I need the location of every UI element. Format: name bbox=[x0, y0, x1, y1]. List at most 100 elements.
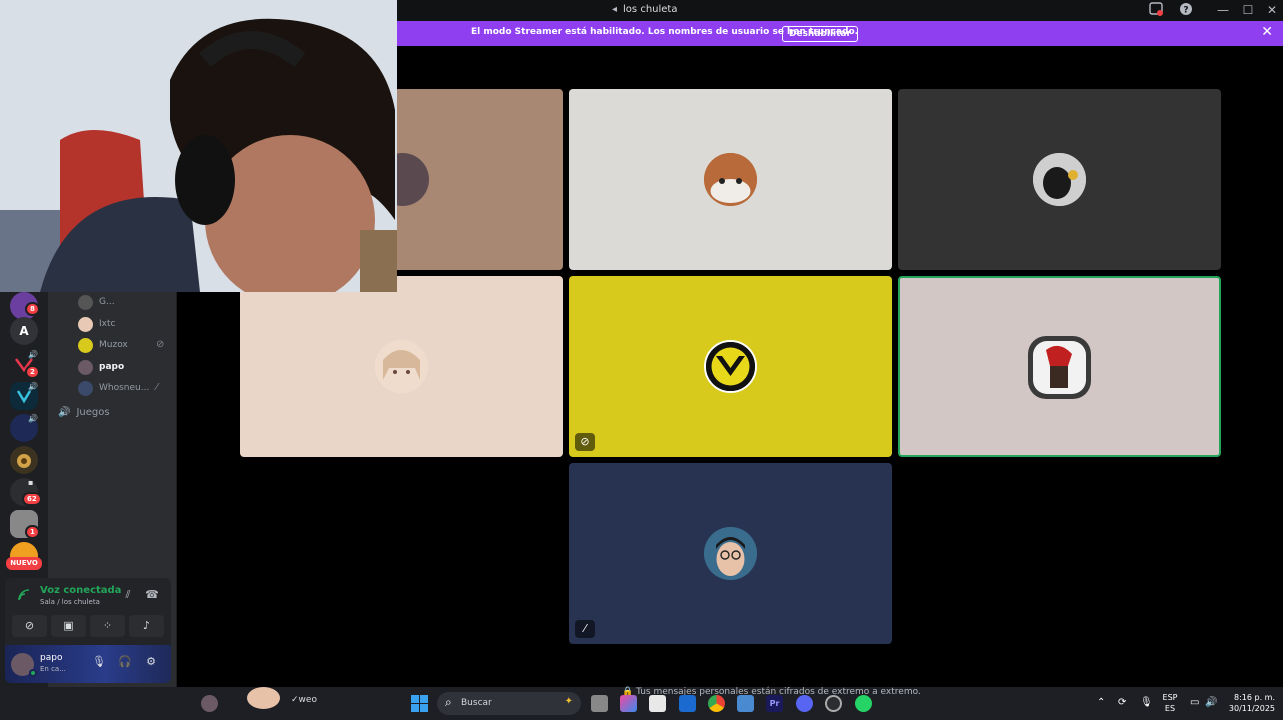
voice-member[interactable]: Muzox ⊘ bbox=[78, 336, 164, 354]
participant-avatar bbox=[375, 340, 428, 393]
participant-avatar bbox=[1033, 153, 1086, 206]
notification-avatar bbox=[247, 687, 280, 709]
voice-member[interactable]: G... bbox=[78, 293, 115, 311]
time: 8:16 p. m. bbox=[1233, 693, 1275, 702]
speaker-icon: 🔊 bbox=[28, 350, 38, 359]
network-icon[interactable]: ▭ bbox=[1190, 697, 1199, 708]
keyboard-layout: ES bbox=[1164, 704, 1176, 713]
search-box[interactable]: ⌕ Buscar ✦ bbox=[437, 692, 581, 715]
participant-avatar bbox=[704, 153, 757, 206]
taskbar: ✓weo 🔒 Tus mensajes personales están cif… bbox=[0, 687, 1283, 720]
member-name: Whosneu... bbox=[99, 383, 150, 393]
signal-icon bbox=[15, 588, 33, 606]
maximize-button[interactable]: ☐ bbox=[1237, 2, 1259, 19]
chat-preview-text: weo bbox=[298, 695, 317, 705]
online-status-dot bbox=[29, 669, 37, 677]
sync-icon[interactable]: ⟳ bbox=[1118, 697, 1126, 708]
soundboard-button[interactable]: ♪ bbox=[129, 615, 164, 637]
clock[interactable]: 8:16 p. m. 30/11/2025 bbox=[1225, 692, 1275, 714]
user-panel: papo En ca... 🎙 🎧 ⚙ bbox=[5, 645, 171, 683]
member-name: papo bbox=[99, 362, 125, 372]
window-title: ◂ los chuleta bbox=[612, 4, 677, 15]
channel-name: Juegos bbox=[76, 407, 110, 418]
whatsapp-icon[interactable] bbox=[855, 695, 872, 712]
share-screen-button[interactable]: ▣ bbox=[51, 615, 86, 637]
participant-tile[interactable]: ⁄ bbox=[569, 463, 892, 644]
close-window-button[interactable]: ✕ bbox=[1261, 2, 1283, 19]
voice-channel-icon: ◂ bbox=[612, 4, 618, 15]
participant-tile[interactable] bbox=[569, 89, 892, 270]
svg-text:?: ? bbox=[1183, 6, 1188, 16]
webcam-overlay bbox=[0, 0, 397, 292]
streamer-mode-banner: El modo Streamer está habilitado. Los no… bbox=[397, 21, 1283, 46]
search-icon: ⌕ bbox=[445, 695, 452, 709]
minimize-button[interactable]: — bbox=[1212, 2, 1234, 19]
activities-button[interactable]: ⁘ bbox=[90, 615, 125, 637]
app-icon[interactable] bbox=[825, 695, 842, 712]
voice-member[interactable]: Whosneu... ⁄ bbox=[78, 379, 158, 397]
screen-icon: ▪ bbox=[28, 478, 34, 487]
mic-muted-icon: ⁄ bbox=[156, 382, 158, 393]
user-name[interactable]: papo bbox=[40, 653, 62, 663]
avatar bbox=[78, 359, 93, 375]
participant-tile[interactable] bbox=[240, 276, 563, 457]
member-name: Muzox bbox=[99, 340, 128, 350]
windows-start-icon[interactable] bbox=[411, 695, 428, 712]
mic-icon[interactable]: 🎙 bbox=[91, 655, 107, 671]
voice-location[interactable]: Sala / los chuleta bbox=[40, 598, 100, 606]
help-icon[interactable]: ? bbox=[1175, 2, 1197, 19]
voice-member[interactable]: papo bbox=[78, 358, 124, 376]
premiere-icon[interactable]: Pr bbox=[766, 695, 783, 712]
server-badge: 2 bbox=[25, 365, 40, 379]
inbox-icon[interactable] bbox=[1145, 2, 1167, 19]
task-view-icon[interactable] bbox=[591, 695, 608, 712]
copilot-sparkle-icon: ✦ bbox=[564, 696, 573, 707]
discord-icon[interactable] bbox=[796, 695, 813, 712]
volume-icon[interactable]: 🔊 bbox=[1205, 697, 1217, 708]
app-icon[interactable] bbox=[737, 695, 754, 712]
close-banner-icon[interactable]: ✕ bbox=[1261, 24, 1273, 40]
user-status: En ca... bbox=[40, 665, 66, 673]
speaker-icon: 🔊 bbox=[58, 407, 71, 418]
profile-icon[interactable] bbox=[201, 695, 218, 712]
server-letter-icon[interactable]: A bbox=[10, 317, 38, 345]
language-code: ESP bbox=[1162, 693, 1178, 702]
participant-tile[interactable]: ⊘ bbox=[569, 276, 892, 457]
camera-button[interactable]: ⊘ bbox=[12, 615, 47, 637]
server-badge: 62 bbox=[22, 492, 42, 506]
store-icon[interactable] bbox=[649, 695, 666, 712]
noise-suppression-icon[interactable]: ⫽ bbox=[119, 588, 137, 604]
date: 30/11/2025 bbox=[1228, 704, 1275, 713]
server-icon[interactable] bbox=[10, 446, 38, 474]
server-letter: A bbox=[19, 324, 29, 338]
participant-avatar bbox=[704, 527, 757, 580]
disable-streamer-button[interactable]: Deshabilitar bbox=[782, 26, 858, 42]
new-badge: NUEVO bbox=[6, 557, 42, 570]
search-placeholder: Buscar bbox=[461, 698, 492, 708]
server-badge: 1 bbox=[25, 525, 40, 539]
mic-muted-icon: ⁄ bbox=[575, 620, 595, 638]
mic-icon[interactable]: 🎙 bbox=[1140, 697, 1153, 708]
voice-member[interactable]: Ixtc bbox=[78, 315, 115, 333]
disconnect-icon[interactable]: ☎ bbox=[143, 588, 161, 604]
speaker-icon: 🔊 bbox=[28, 414, 38, 423]
copilot-icon[interactable] bbox=[620, 695, 637, 712]
avatar bbox=[78, 337, 93, 353]
speaker-icon: 🔊 bbox=[28, 382, 38, 391]
server-badge: 8 bbox=[25, 302, 40, 316]
avatar bbox=[78, 380, 93, 396]
member-name: G... bbox=[99, 297, 115, 307]
chrome-icon[interactable] bbox=[708, 695, 725, 712]
chevron-up-icon[interactable]: ⌃ bbox=[1097, 697, 1105, 708]
camera-off-icon: ⊘ bbox=[575, 433, 595, 451]
voice-status: Voz conectada bbox=[40, 585, 122, 596]
outlook-icon[interactable] bbox=[679, 695, 696, 712]
headphones-icon[interactable]: 🎧 bbox=[117, 655, 133, 671]
camera-off-icon: ⊘ bbox=[156, 339, 165, 350]
participant-tile-speaking[interactable] bbox=[898, 276, 1221, 457]
language-indicator[interactable]: ESP ES bbox=[1160, 692, 1180, 714]
voice-channel-juegos[interactable]: 🔊 Juegos bbox=[58, 407, 110, 418]
gear-icon[interactable]: ⚙ bbox=[143, 655, 159, 671]
participant-tile[interactable] bbox=[898, 89, 1221, 270]
member-name: Ixtc bbox=[99, 319, 116, 329]
